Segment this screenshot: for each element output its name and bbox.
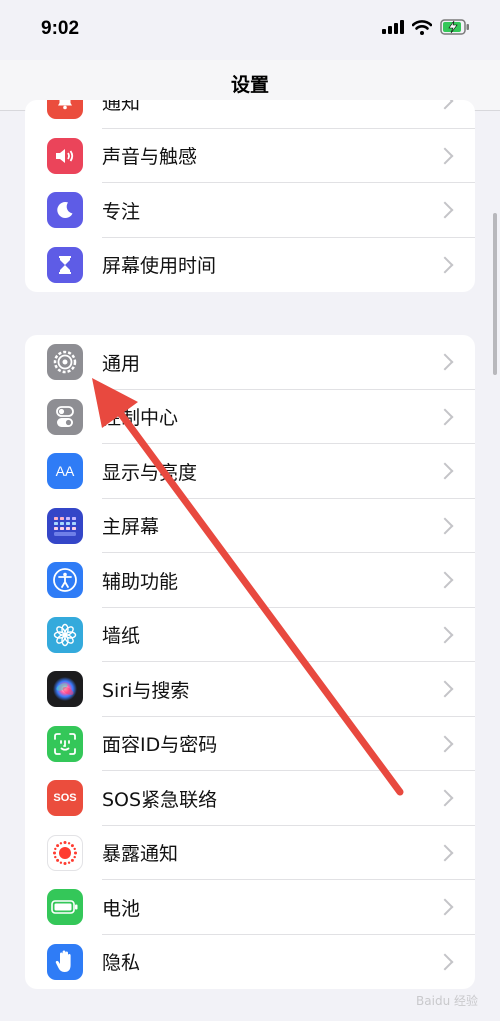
wifi-icon [412,19,432,35]
settings-row-accessibility[interactable]: 辅助功能 [25,553,475,608]
aa-icon-text: AA [55,463,75,480]
settings-group-2: 通用 控制中心 AA 显示与亮度 主屏幕 辅助功能 墙纸 Siri与搜索 面容I… [25,335,475,989]
speaker-icon [47,137,83,174]
settings-row-label: 电池 [102,897,141,920]
chevron-right-icon [436,898,454,916]
chevron-right-icon [436,735,454,753]
settings-row-label: SOS紧急联络 [102,788,218,811]
settings-row-display-brightness[interactable]: AA 显示与亮度 [25,444,475,499]
chevron-right-icon [436,147,454,165]
chevron-right-icon [436,571,454,589]
settings-row-label: 暴露通知 [102,843,179,866]
settings-row-label: 墙纸 [102,625,141,648]
scroll-indicator[interactable] [493,213,497,375]
cellular-signal-icon [382,20,404,34]
exposure-icon [47,834,83,871]
hand-icon [47,943,83,980]
chevron-right-icon [436,462,454,480]
settings-row-control-center[interactable]: 控制中心 [25,390,475,444]
chevron-right-icon [436,353,454,371]
settings-row-label: 控制中心 [102,407,179,430]
settings-row-screen-time[interactable]: 屏幕使用时间 [25,238,475,293]
settings-row-exposure-notifications[interactable]: 暴露通知 [25,826,475,880]
chevron-right-icon [436,626,454,644]
chevron-right-icon [436,256,454,274]
settings-row-notifications[interactable]: 通知 [25,100,475,129]
chevron-right-icon [436,408,454,426]
bell-icon [47,100,83,120]
settings-row-label: Siri与搜索 [102,679,190,702]
aa-icon: AA [47,453,83,490]
settings-row-label: 辅助功能 [102,570,179,593]
settings-row-label: 屏幕使用时间 [102,255,217,278]
settings-row-privacy[interactable]: 隐私 [25,935,475,990]
settings-row-emergency-sos[interactable]: SOS SOS紧急联络 [25,771,475,826]
chevron-right-icon [436,680,454,698]
status-bar: 9:02 [0,0,500,60]
accessibility-icon [47,562,83,599]
sos-icon-text: SOS [53,792,77,805]
settings-row-sounds[interactable]: 声音与触感 [25,129,475,183]
settings-row-label: 专注 [102,200,141,223]
battery-charging-icon [440,19,469,35]
settings-row-label: 隐私 [102,952,141,975]
chevron-right-icon [436,100,454,110]
settings-row-label: 面容ID与密码 [102,734,218,757]
siri-icon [47,671,83,708]
settings-row-label: 通知 [102,100,141,114]
settings-row-battery[interactable]: 电池 [25,880,475,935]
settings-row-siri-search[interactable]: Siri与搜索 [25,662,475,717]
settings-row-home-screen[interactable]: 主屏幕 [25,499,475,553]
moon-icon [47,192,83,229]
status-time: 9:02 [41,18,80,39]
battery-icon [47,889,83,926]
gear-icon [47,344,83,381]
hourglass-icon [47,246,83,283]
toggles-icon [47,398,83,435]
chevron-right-icon [436,953,454,971]
settings-row-faceid-passcode[interactable]: 面容ID与密码 [25,717,475,771]
page-title: 设置 [230,74,269,96]
settings-row-label: 声音与触感 [102,146,198,169]
chevron-right-icon [436,844,454,862]
status-icons [382,19,470,35]
settings-row-general[interactable]: 通用 [25,335,475,390]
chevron-right-icon [436,517,454,535]
settings-row-label: 显示与亮度 [102,461,198,484]
home-grid-icon [47,507,83,544]
settings-row-label: 主屏幕 [102,516,160,539]
flower-icon [47,616,83,653]
settings-row-wallpaper[interactable]: 墙纸 [25,608,475,662]
chevron-right-icon [436,201,454,219]
settings-row-focus[interactable]: 专注 [25,183,475,238]
sos-icon: SOS [47,780,83,817]
watermark: Baidu 经验 [416,994,478,1008]
chevron-right-icon [436,789,454,807]
settings-row-label: 通用 [102,352,141,375]
settings-group-1: 通知 声音与触感 专注 屏幕使用时间 [25,100,475,292]
faceid-icon [47,725,83,762]
